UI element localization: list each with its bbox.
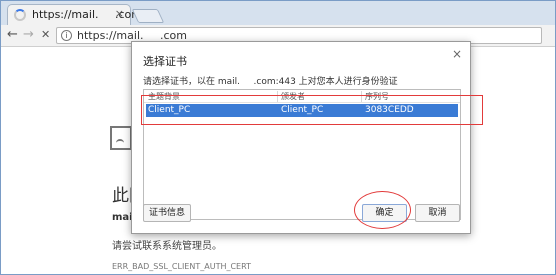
tab-title: https://mail. .com <box>32 8 142 21</box>
close-icon[interactable]: × <box>452 47 462 61</box>
loading-spinner-icon <box>14 9 26 21</box>
forward-icon[interactable]: → <box>23 28 34 42</box>
new-tab-button[interactable] <box>131 9 165 23</box>
sad-page-icon <box>110 126 132 150</box>
certificate-info-button[interactable]: 证书信息 <box>143 204 191 222</box>
error-code: ERR_BAD_SSL_CLIENT_AUTH_CERT <box>112 262 251 271</box>
annotation-highlight-circle <box>354 191 411 229</box>
select-certificate-dialog: 选择证书 × 请选择证书，以在 mail. .com:443 上对您本人进行身份… <box>131 41 471 234</box>
stop-icon[interactable]: ✕ <box>41 28 50 42</box>
dialog-description: 请选择证书，以在 mail. .com:443 上对您本人进行身份验证 <box>143 77 398 87</box>
tab-strip: https://mail. .com × <box>1 1 555 25</box>
error-advice: 请尝试联系系统管理员。 <box>112 241 222 252</box>
tab-close-icon[interactable]: × <box>115 7 124 20</box>
annotation-highlight-box <box>141 95 483 125</box>
site-info-icon[interactable]: i <box>61 30 72 41</box>
cancel-button[interactable]: 取消 <box>415 204 460 222</box>
dialog-title: 选择证书 <box>143 55 187 68</box>
browser-tab[interactable]: https://mail. .com × <box>7 4 142 25</box>
back-icon[interactable]: ← <box>7 28 18 42</box>
